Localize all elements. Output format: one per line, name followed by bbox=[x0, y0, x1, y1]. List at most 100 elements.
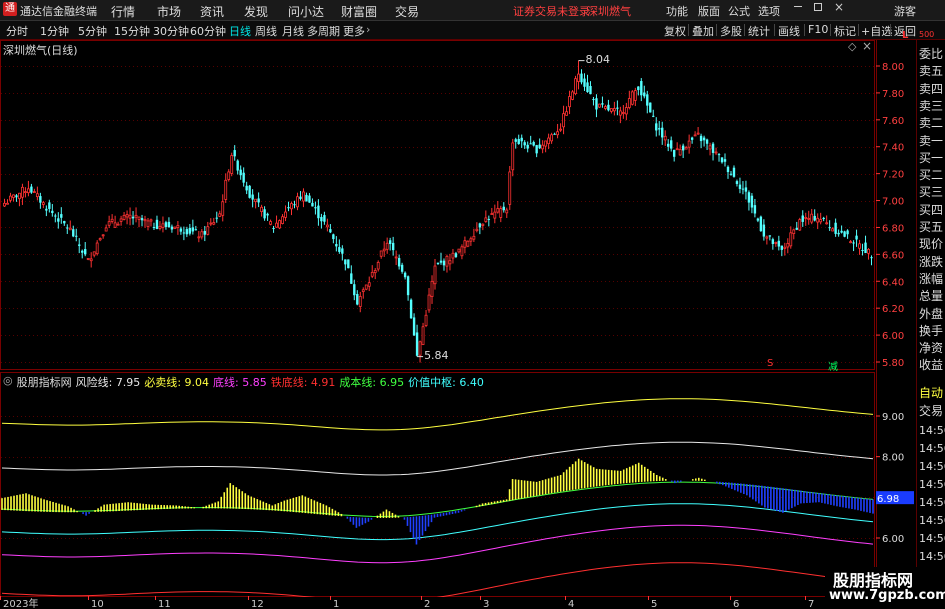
candle-body-down bbox=[583, 78, 586, 87]
candle-body-up bbox=[460, 246, 464, 257]
btn-multi-stock[interactable]: 多股 bbox=[720, 23, 742, 39]
btn-adjust[interactable]: 复权 bbox=[664, 23, 686, 39]
diamond-icon[interactable]: ◇ bbox=[848, 40, 856, 53]
candle-body-up bbox=[361, 289, 365, 292]
candle-body-down bbox=[747, 192, 751, 203]
candle-body-down bbox=[753, 205, 757, 214]
candle-body-up bbox=[630, 91, 634, 105]
candle-body-up bbox=[687, 140, 691, 148]
candle-body-down bbox=[637, 86, 640, 91]
menu-trade[interactable]: 交易 bbox=[395, 3, 419, 20]
candle-body-down bbox=[768, 235, 772, 237]
candle-body-up bbox=[143, 219, 147, 222]
menu-function[interactable]: 功能 bbox=[666, 3, 688, 19]
btn-draw[interactable]: 画线 bbox=[778, 23, 800, 39]
minimize-icon[interactable] bbox=[794, 6, 802, 7]
min-price-label: 5.84 bbox=[424, 348, 449, 362]
candle-body-down bbox=[140, 218, 144, 221]
candle-body-down bbox=[185, 229, 189, 235]
menu-discover[interactable]: 发现 bbox=[244, 3, 268, 20]
candle-body-up bbox=[472, 235, 476, 240]
menu-wealth[interactable]: 财富圈 bbox=[341, 3, 377, 20]
period-5min[interactable]: 5分钟 bbox=[78, 23, 107, 39]
login-notice[interactable]: 证券交易未登录 bbox=[513, 3, 590, 19]
candle-body-up bbox=[481, 223, 485, 226]
candle-body-up bbox=[370, 271, 374, 277]
candle-body-up bbox=[209, 222, 213, 225]
candle-body-down bbox=[729, 173, 733, 175]
period-60min[interactable]: 60分钟 bbox=[190, 23, 226, 39]
btn-add-watchlist[interactable]: +自选 bbox=[861, 23, 892, 39]
app-logo: 通 bbox=[3, 2, 17, 16]
kline-panel[interactable]: 深圳燃气(日线) ◇ × 8.04 5.84 S 减 bbox=[0, 39, 875, 373]
candle-body-up bbox=[571, 91, 574, 100]
menu-formula[interactable]: 公式 bbox=[728, 3, 750, 19]
user-label[interactable]: 游客 bbox=[894, 3, 916, 19]
close-icon[interactable]: × bbox=[834, 0, 844, 14]
menu-layout[interactable]: 版面 bbox=[698, 3, 720, 19]
candle-body-down bbox=[646, 94, 649, 106]
stock-name-header: 深圳燃气 bbox=[587, 5, 631, 18]
candle-body-down bbox=[78, 244, 81, 246]
period-30min[interactable]: 30分钟 bbox=[153, 23, 189, 39]
btn-mark[interactable]: 标记 bbox=[834, 23, 856, 39]
date-tick-label: 7 bbox=[808, 599, 814, 609]
indicator-tick-label: 9.00 bbox=[882, 412, 904, 423]
candle-body-up bbox=[364, 284, 368, 290]
candle-body-down bbox=[251, 194, 254, 200]
period-monthly[interactable]: 月线 bbox=[282, 23, 304, 39]
period-weekly[interactable]: 周线 bbox=[255, 23, 277, 39]
legend-bottom: 底线: 5.85 bbox=[213, 376, 267, 389]
menu-quotes[interactable]: 行情 bbox=[111, 3, 135, 20]
candle-body-down bbox=[406, 276, 410, 296]
close-icon[interactable]: × bbox=[862, 39, 872, 53]
candle-body-down bbox=[643, 92, 646, 97]
candle-body-up bbox=[433, 265, 437, 285]
candle-body-up bbox=[499, 208, 503, 218]
indicator-chart[interactable] bbox=[0, 372, 875, 597]
period-multi[interactable]: 多周期 bbox=[307, 23, 340, 39]
btn-stats[interactable]: 统计 bbox=[748, 23, 770, 39]
btn-overlay[interactable]: 叠加 bbox=[692, 23, 714, 39]
tick-time: 14:56 bbox=[919, 532, 945, 545]
candle-body-down bbox=[750, 195, 754, 208]
indicator-panel[interactable]: ◎ 股朋指标网 风险线: 7.95 必卖线: 9.04 底线: 5.85 铁底线… bbox=[0, 372, 875, 597]
chevron-right-icon[interactable]: › bbox=[366, 23, 370, 36]
candle-body-down bbox=[640, 81, 643, 96]
candle-body-down bbox=[762, 224, 766, 237]
quote-label[interactable]: 交易 bbox=[919, 402, 943, 419]
kline-chart[interactable] bbox=[0, 40, 875, 370]
period-15min[interactable]: 15分钟 bbox=[114, 23, 150, 39]
candle-body-down bbox=[266, 213, 269, 216]
menu-ask[interactable]: 问小达 bbox=[288, 3, 324, 20]
candle-body-down bbox=[711, 143, 715, 153]
candle-body-up bbox=[421, 326, 425, 345]
period-daily[interactable]: 日线 bbox=[229, 23, 251, 39]
menu-options[interactable]: 选项 bbox=[758, 3, 780, 19]
date-tick-label: 6 bbox=[733, 599, 739, 609]
settings-icon[interactable]: ◎ bbox=[3, 374, 13, 390]
divider bbox=[716, 24, 717, 36]
quote-label: 总量 bbox=[919, 289, 944, 304]
period-1min[interactable]: 1分钟 bbox=[40, 23, 69, 39]
menu-market[interactable]: 市场 bbox=[157, 3, 181, 20]
candle-body-up bbox=[562, 113, 565, 128]
candle-body-down bbox=[813, 215, 816, 221]
candle-body-up bbox=[774, 242, 778, 244]
candle-body-down bbox=[595, 98, 598, 110]
signal-badge-reduce: 减 bbox=[828, 362, 838, 373]
menu-news[interactable]: 资讯 bbox=[200, 3, 224, 20]
legend-cost: 成本线: 6.95 bbox=[339, 376, 405, 389]
candle-body-up bbox=[21, 186, 24, 198]
candle-body-up bbox=[792, 229, 796, 234]
quote-label[interactable]: 自动 bbox=[919, 384, 943, 401]
maximize-icon[interactable] bbox=[814, 3, 822, 11]
candle-body-down bbox=[15, 195, 18, 198]
watermark: 股朋指标网 www.7gpzb.com bbox=[825, 567, 945, 609]
candle-body-down bbox=[308, 195, 311, 203]
btn-f10[interactable]: F10 bbox=[808, 23, 828, 36]
candle-body-up bbox=[418, 341, 422, 356]
candle-body-down bbox=[672, 149, 676, 157]
period-timeshare[interactable]: 分时 bbox=[6, 23, 28, 39]
period-more[interactable]: 更多 bbox=[343, 23, 365, 39]
